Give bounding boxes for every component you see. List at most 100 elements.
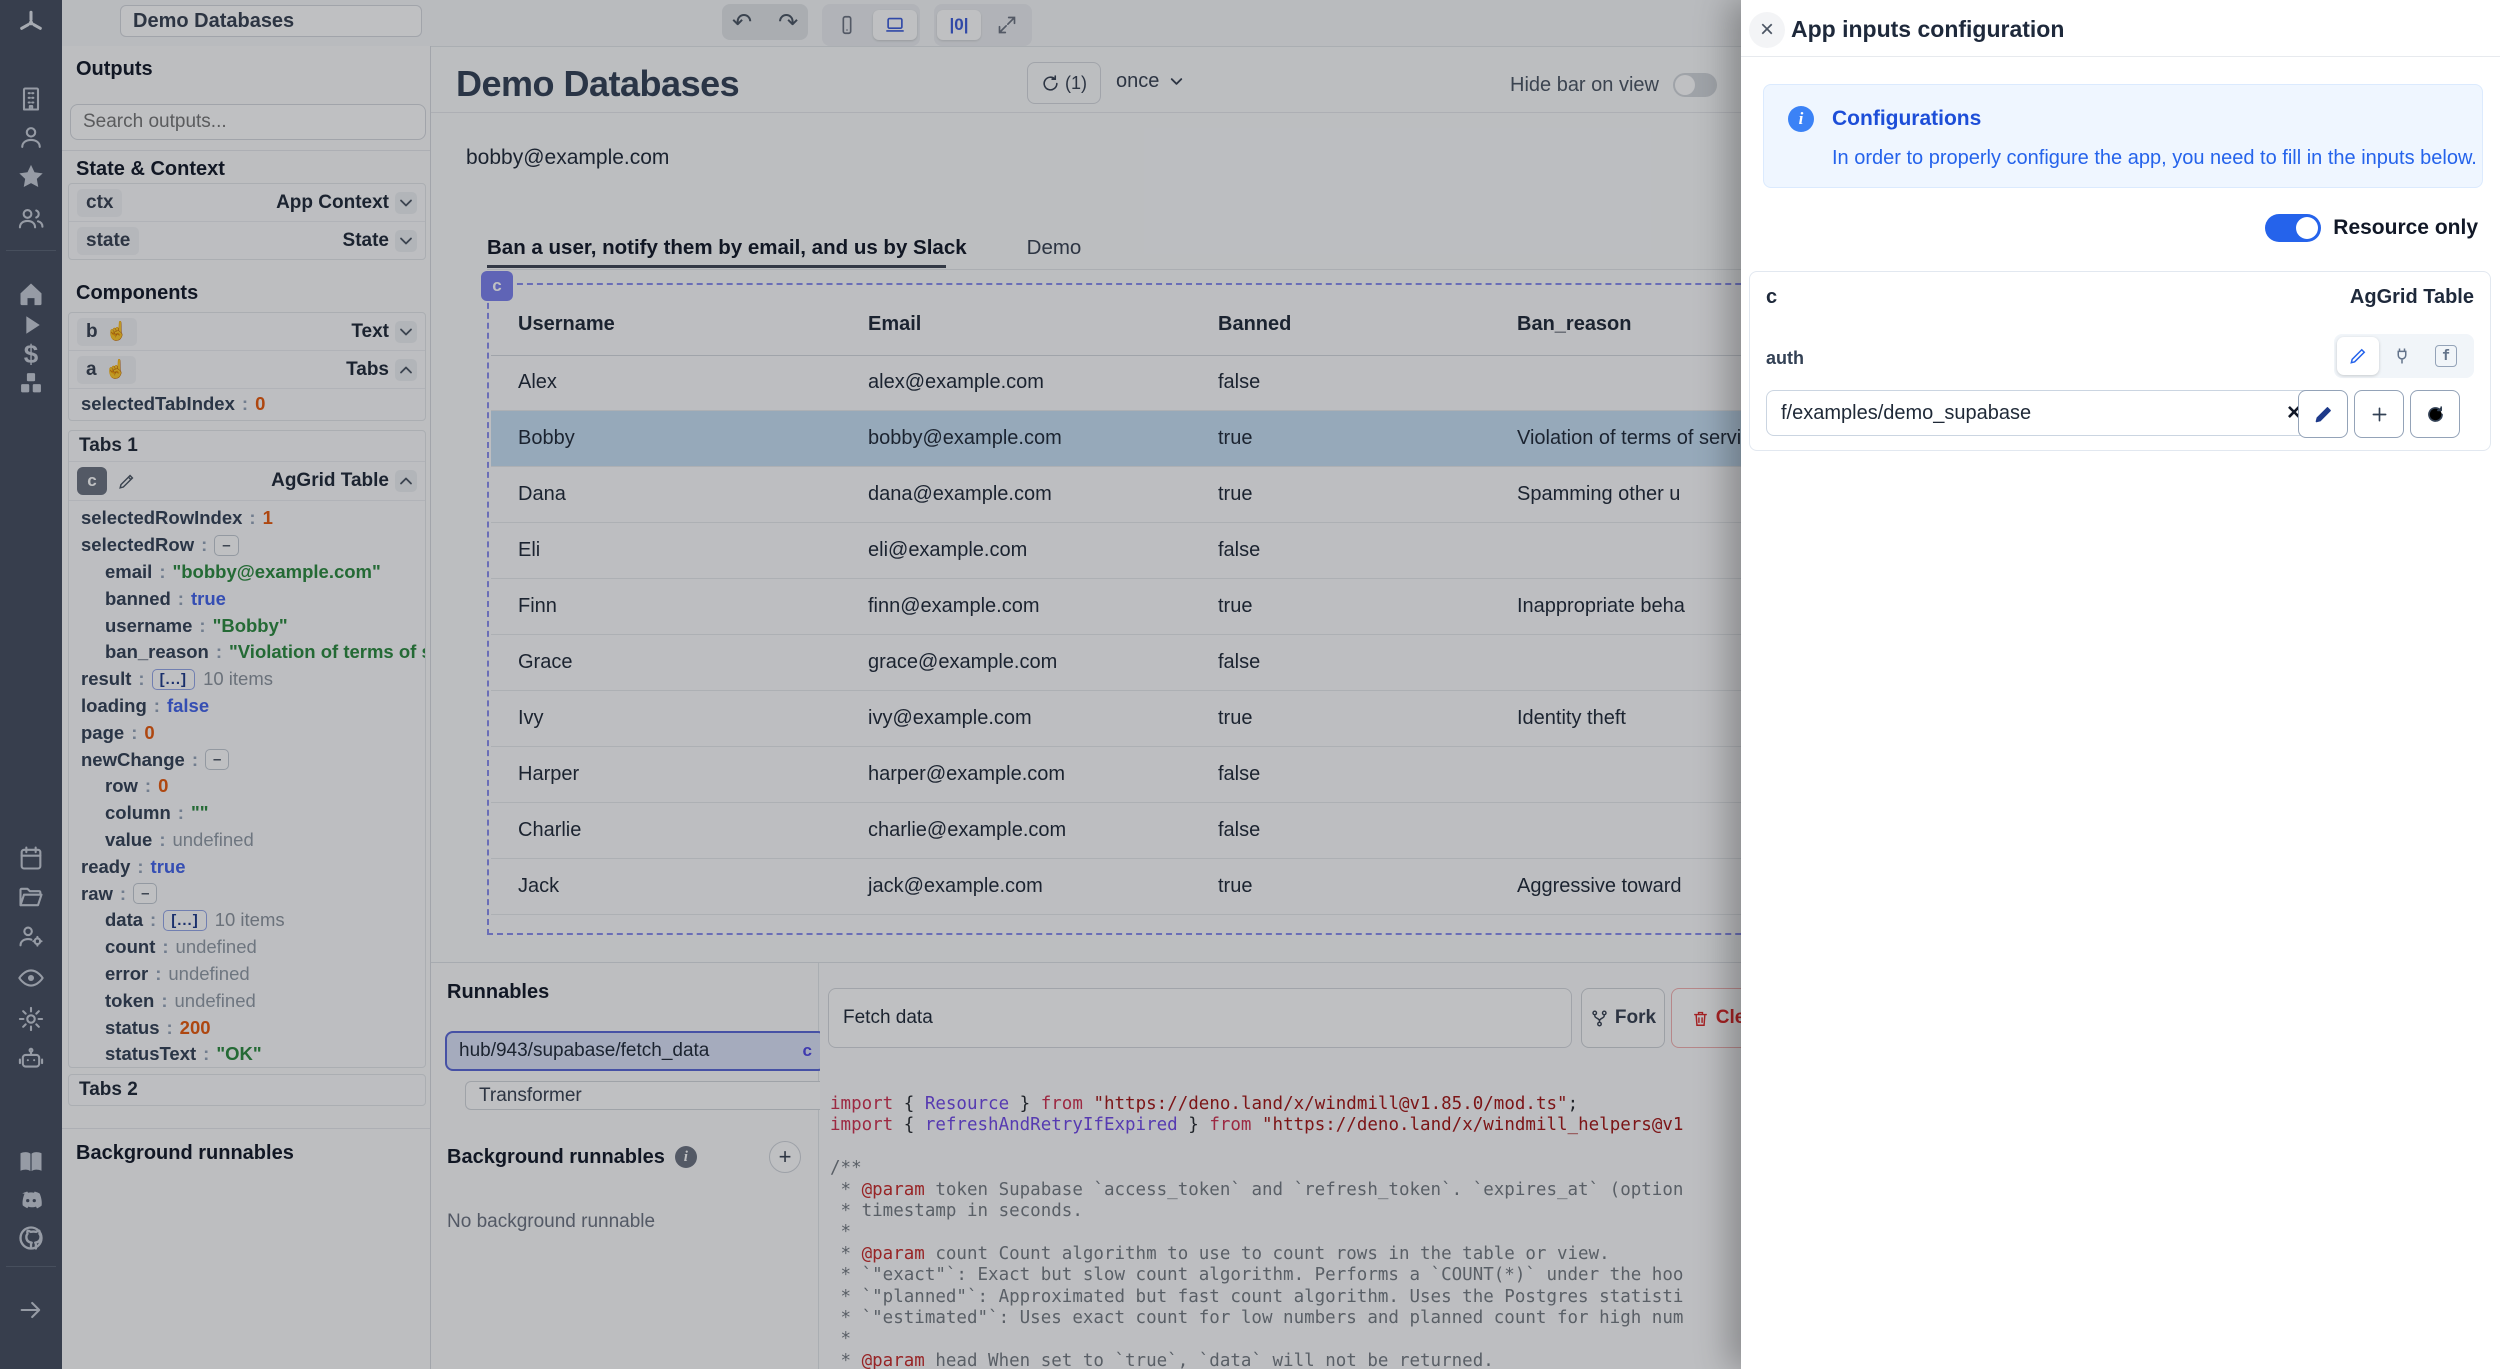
chevron-down-icon[interactable] (395, 321, 417, 343)
bot-icon[interactable] (16, 1044, 46, 1074)
refresh-button[interactable]: (1) (1027, 62, 1101, 104)
tab-demo[interactable]: Demo (1027, 236, 1082, 269)
chevron-up-icon[interactable] (395, 359, 417, 381)
add-background-runnable-button[interactable]: + (769, 1141, 801, 1173)
user-cog-icon[interactable] (16, 921, 46, 951)
output-tree-row[interactable]: ban_reason:"Violation of terms of servic… (69, 639, 425, 666)
output-tree-row[interactable]: column:"" (69, 800, 425, 827)
close-icon[interactable]: × (1749, 12, 1785, 48)
output-tree-row[interactable]: result:[...]10 items (69, 666, 425, 693)
component-c-row[interactable]: c AgGrid Table (69, 462, 425, 501)
fork-button[interactable]: Fork (1581, 988, 1665, 1048)
desktop-view-icon[interactable] (873, 10, 917, 40)
output-tree-row[interactable]: row:0 (69, 773, 425, 800)
arrow-right-icon[interactable] (16, 1295, 46, 1325)
output-tree-row[interactable]: username:"Bobby" (69, 612, 425, 639)
calendar-icon[interactable] (16, 843, 46, 873)
grid-component-badge[interactable]: c (481, 271, 513, 301)
redo-icon[interactable]: ↷ (778, 8, 798, 37)
column-header[interactable]: Username (491, 313, 841, 336)
aggrid-table-component[interactable]: UsernameEmailBannedBan_reason Alexalex@e… (487, 283, 1891, 935)
output-tree-row[interactable]: selectedRowIndex:1 (69, 505, 425, 532)
table-row[interactable]: Jackjack@example.comtrueAggressive towar… (491, 859, 1883, 915)
boxes-icon[interactable] (16, 368, 46, 398)
gear-icon[interactable] (16, 1004, 46, 1034)
collapse-toggle[interactable]: – (205, 749, 229, 770)
star-icon[interactable] (16, 161, 46, 191)
output-tree-row[interactable]: value:undefined (69, 827, 425, 854)
table-row[interactable]: Bobbybobby@example.comtrueViolation of t… (491, 411, 1883, 467)
output-tree-row[interactable]: token:undefined (69, 987, 425, 1014)
chevron-down-icon[interactable] (395, 192, 417, 214)
transformer-button[interactable]: Transformer (465, 1081, 826, 1110)
expand-array-chip[interactable]: [...] (152, 669, 196, 690)
output-tree-row[interactable]: raw:– (69, 880, 425, 907)
app-name-input[interactable] (120, 5, 422, 37)
ctx-row[interactable]: ctx App Context (69, 184, 425, 222)
runnable-item-selected[interactable]: hub/943/supabase/fetch_data c (445, 1031, 826, 1071)
users-icon[interactable] (16, 203, 46, 233)
undo-icon[interactable]: ↶ (732, 8, 752, 37)
column-header[interactable]: Email (841, 313, 1191, 336)
hide-bar-toggle[interactable] (1673, 73, 1717, 97)
table-row[interactable]: Finnfinn@example.comtrueInappropriate be… (491, 579, 1883, 635)
add-resource-button[interactable] (2354, 390, 2404, 438)
eval-function-icon[interactable]: f (2425, 337, 2467, 375)
search-outputs-input[interactable] (70, 104, 426, 140)
info-icon[interactable]: i (675, 1146, 697, 1168)
chevron-up-icon[interactable] (395, 470, 417, 492)
chevron-down-icon[interactable] (395, 230, 417, 252)
expand-icon[interactable] (985, 10, 1029, 40)
output-tree-row[interactable]: status:200 (69, 1014, 425, 1041)
table-row[interactable]: Ivyivy@example.comtrueIdentity theft (491, 691, 1883, 747)
edit-resource-button[interactable] (2298, 390, 2348, 438)
component-a-row[interactable]: a☝ Tabs (69, 351, 425, 389)
output-tree-row[interactable]: data:[...]10 items (69, 907, 425, 934)
collapse-toggle[interactable]: – (133, 883, 157, 904)
tabs2-header[interactable]: Tabs 2 (69, 1075, 425, 1105)
output-tree-row[interactable]: statusText:"OK" (69, 1041, 425, 1068)
state-row[interactable]: state State (69, 222, 425, 259)
edit-pencil-icon[interactable] (117, 472, 136, 491)
refresh-mode-select[interactable]: once (1116, 70, 1186, 93)
table-row[interactable]: Gracegrace@example.comfalse (491, 635, 1883, 691)
output-tree-row[interactable]: banned:true (69, 585, 425, 612)
github-icon[interactable] (16, 1223, 46, 1253)
code-content[interactable]: import { Resource } from "https://deno.l… (830, 1094, 1760, 1369)
folder-open-icon[interactable] (16, 882, 46, 912)
refresh-resource-button[interactable] (2410, 390, 2460, 438)
tabs1-header[interactable]: Tabs 1 (69, 431, 425, 462)
output-tree-row[interactable]: email:"bobby@example.com" (69, 559, 425, 586)
auth-resource-input[interactable]: f/examples/demo_supabase × (1766, 390, 2316, 436)
dollar-icon[interactable]: $ (16, 339, 46, 369)
table-row[interactable]: Danadana@example.comtrueSpamming other u (491, 467, 1883, 523)
center-align-icon[interactable]: |0| (937, 10, 981, 40)
table-row[interactable]: Elieli@example.comfalse (491, 523, 1883, 579)
runnable-name-input[interactable] (828, 988, 1572, 1048)
expand-array-chip[interactable]: [...] (163, 910, 207, 931)
home-icon[interactable] (16, 279, 46, 309)
table-row[interactable]: Alexalex@example.comfalse (491, 355, 1883, 411)
play-icon[interactable] (16, 310, 46, 340)
output-tree-row[interactable]: newChange:– (69, 746, 425, 773)
mobile-view-icon[interactable] (825, 10, 869, 40)
column-header[interactable]: Banned (1191, 313, 1491, 336)
building-icon[interactable] (16, 84, 46, 114)
output-tree-row[interactable]: count:undefined (69, 934, 425, 961)
static-mode-pencil-icon[interactable] (2337, 337, 2379, 375)
text-component-b[interactable]: bobby@example.com (466, 146, 669, 170)
user-icon[interactable] (16, 122, 46, 152)
output-tree-row[interactable]: selectedTabIndex:0 (69, 391, 425, 418)
table-row[interactable]: Harperharper@example.comfalse (491, 747, 1883, 803)
component-b-row[interactable]: b☝ Text (69, 313, 425, 351)
output-tree-row[interactable]: page:0 (69, 719, 425, 746)
resource-only-toggle[interactable] (2265, 214, 2321, 242)
output-tree-row[interactable]: loading:false (69, 693, 425, 720)
output-tree-row[interactable]: selectedRow:– (69, 532, 425, 559)
table-row[interactable]: Charliecharlie@example.comfalse (491, 803, 1883, 859)
book-icon[interactable] (16, 1147, 46, 1177)
collapse-toggle[interactable]: – (214, 535, 238, 556)
connect-plug-icon[interactable] (2381, 337, 2423, 375)
output-tree-row[interactable]: error:undefined (69, 961, 425, 988)
windmill-logo[interactable] (16, 8, 46, 38)
